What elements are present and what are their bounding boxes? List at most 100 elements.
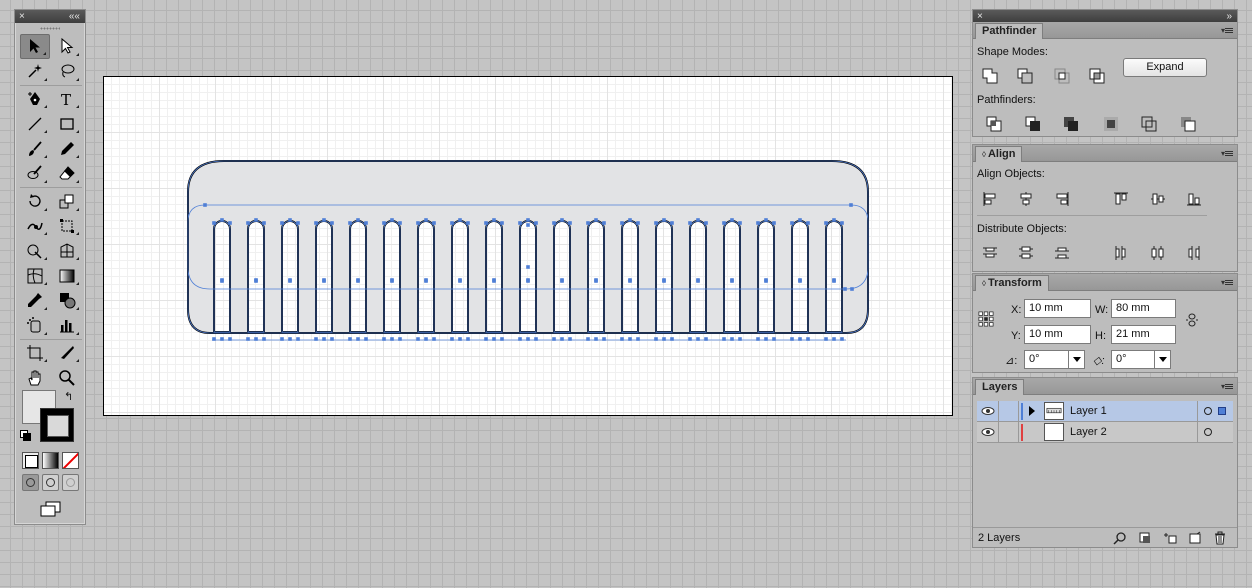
expand-button[interactable]: Expand bbox=[1123, 58, 1207, 77]
vertical-align-top-button[interactable] bbox=[1113, 191, 1129, 207]
intersect-button[interactable] bbox=[1054, 68, 1070, 84]
minus-front-button[interactable] bbox=[1017, 68, 1033, 84]
mesh-tool[interactable] bbox=[20, 263, 50, 288]
drag-grip[interactable] bbox=[15, 23, 85, 33]
gradient-tool[interactable] bbox=[52, 263, 82, 288]
layer-row[interactable]: Layer 1 bbox=[977, 401, 1233, 422]
distribute-horizontal-center-button[interactable] bbox=[1150, 245, 1166, 261]
visibility-eye-icon[interactable] bbox=[977, 422, 999, 442]
slice-tool[interactable] bbox=[52, 341, 82, 366]
distribute-left-button[interactable] bbox=[1113, 245, 1129, 261]
layer-row[interactable]: Layer 2 bbox=[977, 422, 1233, 443]
pencil-tool[interactable] bbox=[52, 136, 82, 161]
screen-mode-button[interactable] bbox=[39, 500, 63, 518]
shear-select[interactable]: 0° bbox=[1111, 350, 1171, 369]
locate-object-icon[interactable] bbox=[1113, 531, 1127, 545]
comb-artwork[interactable] bbox=[104, 77, 954, 417]
type-tool[interactable]: T bbox=[52, 87, 82, 112]
rotate-tool[interactable] bbox=[20, 189, 50, 214]
tab-pathfinder[interactable]: Pathfinder bbox=[975, 23, 1044, 39]
magic-wand-tool[interactable] bbox=[20, 59, 50, 84]
expand-triangle-icon[interactable] bbox=[1029, 406, 1035, 416]
new-layer-icon[interactable] bbox=[1188, 531, 1202, 545]
stroke-swatch[interactable] bbox=[40, 408, 74, 442]
close-icon[interactable]: × bbox=[19, 10, 25, 23]
direct-selection-tool[interactable] bbox=[52, 34, 82, 59]
draw-normal-button[interactable] bbox=[22, 474, 39, 491]
vertical-align-bottom-button[interactable] bbox=[1186, 191, 1202, 207]
reference-point-locator[interactable] bbox=[978, 311, 996, 329]
anchor-point bbox=[602, 221, 606, 225]
line-tool[interactable] bbox=[20, 111, 50, 136]
panel-menu-icon[interactable]: ▾ bbox=[1221, 382, 1233, 391]
draw-inside-button[interactable] bbox=[62, 474, 79, 491]
none-mode-button[interactable] bbox=[62, 452, 79, 469]
color-mode-button[interactable] bbox=[22, 452, 39, 469]
rectangle-tool[interactable] bbox=[52, 111, 82, 136]
panel-menu-icon[interactable]: ▾ bbox=[1221, 278, 1233, 287]
horizontal-align-left-button[interactable] bbox=[982, 191, 998, 207]
scale-tool[interactable] bbox=[52, 189, 82, 214]
minus-back-button[interactable] bbox=[1180, 116, 1196, 132]
lock-toggle[interactable] bbox=[999, 422, 1019, 442]
layer-target[interactable] bbox=[1197, 422, 1233, 442]
vertical-align-center-button[interactable] bbox=[1150, 191, 1166, 207]
panel-menu-icon[interactable]: ▾ bbox=[1221, 149, 1233, 158]
hand-tool[interactable] bbox=[20, 365, 50, 390]
height-field[interactable]: 21 mm bbox=[1111, 325, 1176, 344]
shape-builder-tool[interactable] bbox=[20, 238, 50, 263]
crop-button[interactable] bbox=[1103, 116, 1119, 132]
width-field[interactable]: 80 mm bbox=[1111, 299, 1176, 318]
tab-layers[interactable]: Layers bbox=[975, 379, 1025, 395]
default-fill-stroke-icon[interactable] bbox=[20, 430, 31, 441]
divide-button[interactable] bbox=[986, 116, 1002, 132]
column-graph-tool[interactable] bbox=[52, 313, 82, 338]
paintbrush-tool[interactable] bbox=[20, 136, 50, 161]
distribute-vertical-center-button[interactable] bbox=[1018, 245, 1034, 261]
outline-button[interactable] bbox=[1141, 116, 1157, 132]
center-point bbox=[356, 279, 360, 283]
gradient-mode-button[interactable] bbox=[42, 452, 59, 469]
artboard-tool[interactable] bbox=[20, 341, 50, 366]
tab-align[interactable]: ◊ Align bbox=[975, 146, 1023, 162]
constrain-proportions-button[interactable] bbox=[1184, 312, 1200, 328]
horizontal-align-right-button[interactable] bbox=[1054, 191, 1070, 207]
blob-brush-tool[interactable] bbox=[20, 161, 50, 186]
layer-target[interactable] bbox=[1197, 401, 1233, 421]
panel-menu-icon[interactable]: ▾ bbox=[1221, 26, 1233, 35]
blend-tool[interactable] bbox=[52, 288, 82, 313]
rotate-select[interactable]: 0° bbox=[1024, 350, 1085, 369]
exclude-button[interactable] bbox=[1089, 68, 1105, 84]
pen-tool[interactable] bbox=[20, 87, 50, 112]
swap-fill-stroke-icon[interactable]: ↰ bbox=[64, 390, 73, 403]
distribute-top-button[interactable] bbox=[982, 245, 998, 261]
new-sublayer-icon[interactable] bbox=[1163, 531, 1177, 545]
collapse-icon[interactable]: «« bbox=[69, 10, 80, 23]
visibility-eye-icon[interactable] bbox=[977, 401, 999, 421]
x-field[interactable]: 10 mm bbox=[1024, 299, 1091, 318]
eraser-tool[interactable] bbox=[52, 161, 82, 186]
unite-button[interactable] bbox=[982, 68, 998, 84]
free-transform-tool[interactable] bbox=[52, 214, 82, 239]
selection-tool[interactable] bbox=[20, 34, 50, 59]
make-clipping-mask-icon[interactable] bbox=[1138, 531, 1152, 545]
tab-transform[interactable]: ◊ Transform bbox=[975, 275, 1049, 291]
draw-behind-button[interactable] bbox=[42, 474, 59, 491]
distribute-right-button[interactable] bbox=[1186, 245, 1202, 261]
zoom-tool[interactable] bbox=[52, 365, 82, 390]
warp-tool[interactable] bbox=[20, 214, 50, 239]
eyedropper-tool[interactable] bbox=[20, 288, 50, 313]
merge-button[interactable] bbox=[1063, 116, 1079, 132]
distribute-bottom-button[interactable] bbox=[1054, 245, 1070, 261]
trim-button[interactable] bbox=[1025, 116, 1041, 132]
y-field[interactable]: 10 mm bbox=[1024, 325, 1091, 344]
horizontal-align-center-button[interactable] bbox=[1018, 191, 1034, 207]
rotate-icon: ⊿: bbox=[1005, 355, 1018, 367]
symbol-sprayer-tool[interactable] bbox=[20, 313, 50, 338]
perspective-grid-tool[interactable] bbox=[52, 238, 82, 263]
artboard[interactable] bbox=[103, 76, 953, 416]
trash-icon[interactable] bbox=[1213, 531, 1227, 545]
lock-toggle[interactable] bbox=[999, 401, 1019, 421]
lasso-tool[interactable] bbox=[52, 59, 82, 84]
anchor-point bbox=[432, 221, 436, 225]
